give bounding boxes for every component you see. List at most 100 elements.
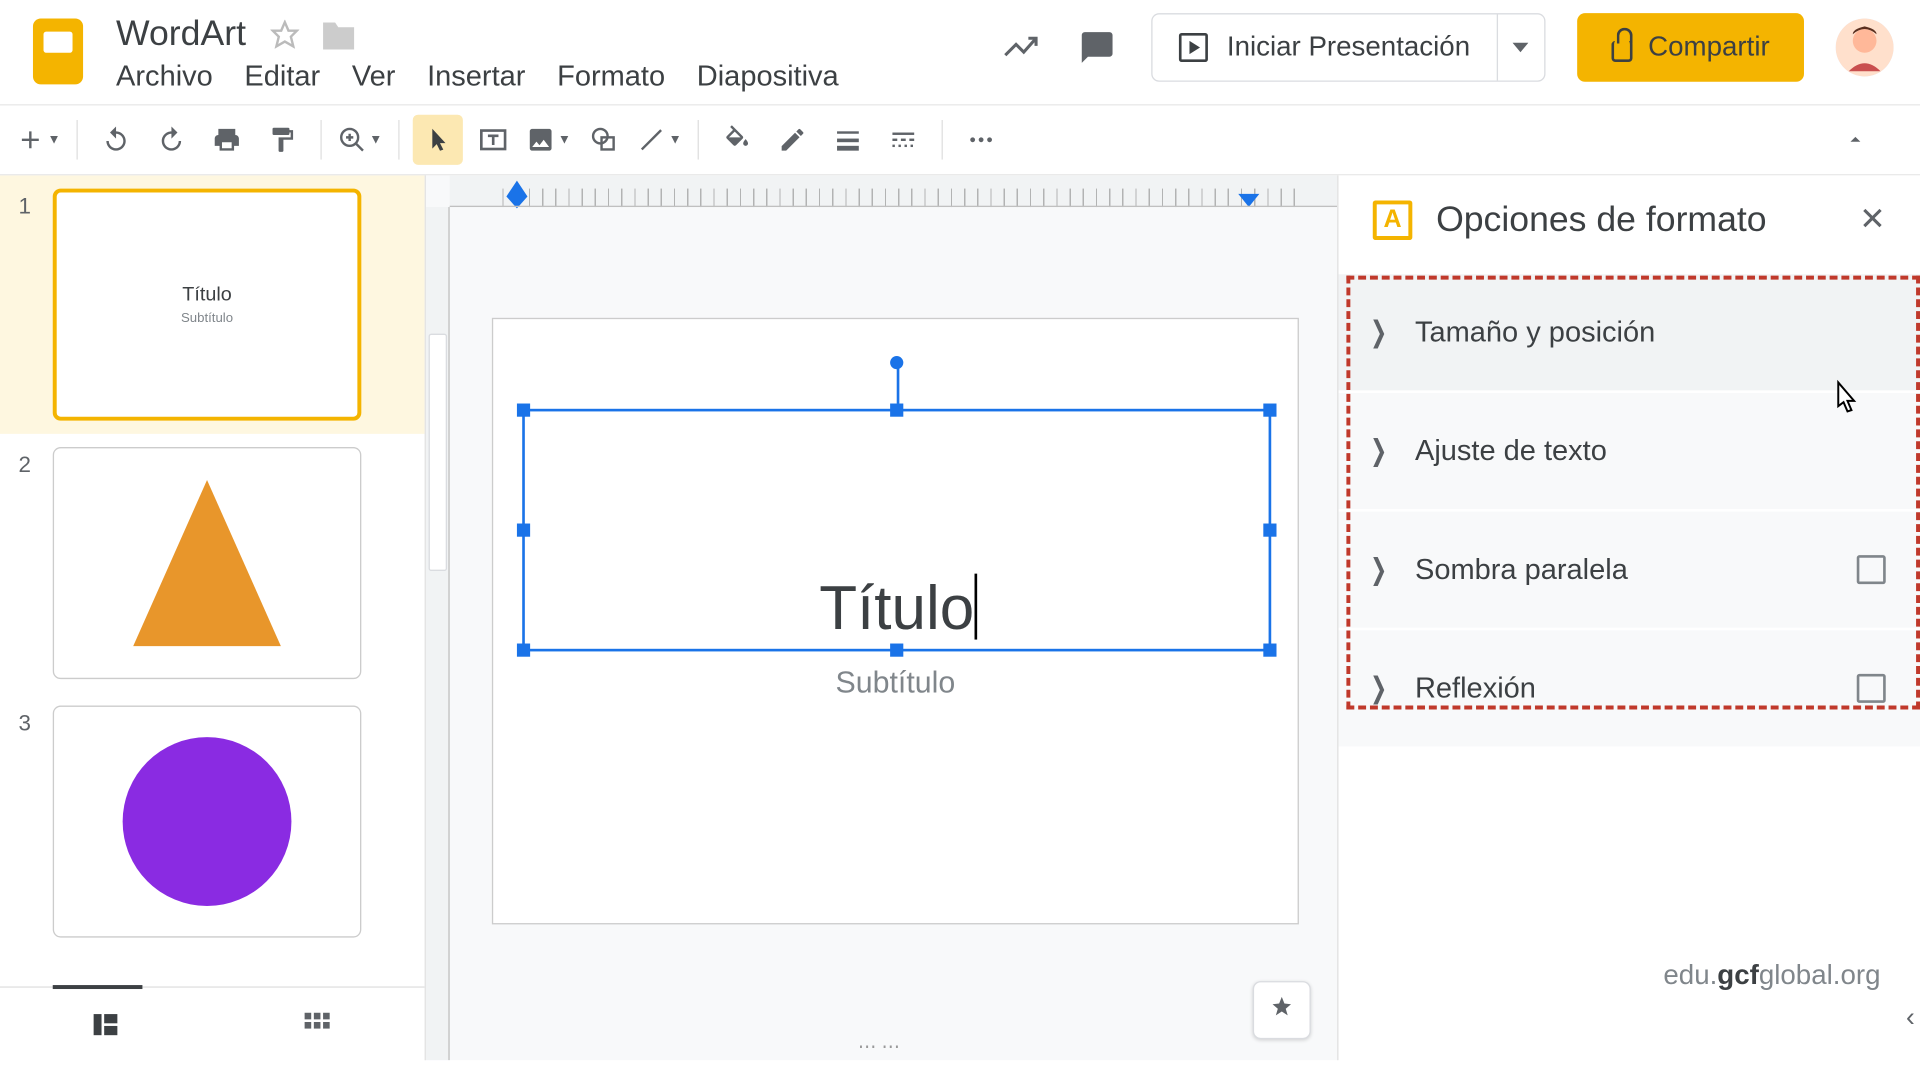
rotation-handle[interactable] xyxy=(890,356,903,369)
rotation-handle-line xyxy=(897,364,900,404)
menu-ver[interactable]: Ver xyxy=(352,59,396,93)
image-tool[interactable]: ▼ xyxy=(524,115,574,165)
slide-thumbnail-1[interactable]: Título Subtítulo xyxy=(53,189,362,421)
play-icon xyxy=(1179,33,1208,62)
format-item-label: Reflexión xyxy=(1415,671,1857,705)
slides-logo xyxy=(26,13,89,89)
slide-thumbnail-3[interactable] xyxy=(53,706,362,938)
slide-thumbnails-panel: 1 Título Subtítulo 2 3 xyxy=(0,175,426,1060)
text-cursor xyxy=(974,574,977,640)
shape-tool[interactable] xyxy=(579,115,629,165)
resize-handle[interactable] xyxy=(1263,644,1276,657)
resize-handle[interactable] xyxy=(1263,524,1276,537)
chevron-right-icon: ❯ xyxy=(1370,434,1407,468)
format-panel-icon: A xyxy=(1373,200,1413,240)
present-button[interactable]: Iniciar Presentación xyxy=(1153,15,1496,81)
circle-shape-icon xyxy=(123,737,292,906)
checkbox[interactable] xyxy=(1857,674,1886,703)
resize-handle[interactable] xyxy=(517,524,530,537)
drag-handle-icon[interactable]: ⋯⋯ xyxy=(858,1035,905,1057)
select-tool[interactable] xyxy=(413,115,463,165)
format-item-size-position[interactable]: ❯ Tamaño y posición xyxy=(1338,274,1920,390)
chevron-right-icon: ❯ xyxy=(1370,315,1407,349)
menu-bar: Archivo Editar Ver Insertar Formato Diap… xyxy=(116,59,839,93)
thumbnail-number: 2 xyxy=(18,447,36,479)
move-folder-icon[interactable] xyxy=(322,18,354,50)
checkbox[interactable] xyxy=(1857,555,1886,584)
format-options-panel: A Opciones de formato ✕ ❯ Tamaño y posic… xyxy=(1337,175,1920,1060)
close-icon[interactable]: ✕ xyxy=(1859,200,1886,238)
more-tools-button[interactable] xyxy=(956,115,1006,165)
border-weight-button[interactable] xyxy=(823,115,873,165)
app-header: WordArt Archivo Editar Ver Insertar Form… xyxy=(0,0,1920,104)
undo-button[interactable] xyxy=(91,115,141,165)
format-item-reflection[interactable]: ❯ Reflexión xyxy=(1338,630,1920,746)
explore-button[interactable] xyxy=(1253,981,1311,1039)
thumbnail-row: 2 xyxy=(18,447,406,679)
format-item-label: Tamaño y posición xyxy=(1415,315,1886,349)
title-text-box[interactable]: Título xyxy=(522,409,1271,652)
chevron-right-icon: ❯ xyxy=(1370,671,1407,705)
menu-diapositiva[interactable]: Diapositiva xyxy=(697,59,839,93)
redo-button[interactable] xyxy=(146,115,196,165)
chevron-right-icon: ❯ xyxy=(1370,553,1407,587)
new-slide-button[interactable]: ▼ xyxy=(13,115,63,165)
format-item-text-fit[interactable]: ❯ Ajuste de texto xyxy=(1338,393,1920,509)
side-panel-toggle[interactable]: ‹ xyxy=(1906,1004,1915,1034)
border-color-button[interactable] xyxy=(767,115,817,165)
format-item-label: Ajuste de texto xyxy=(1415,434,1886,468)
subtitle-placeholder[interactable]: Subtítulo xyxy=(493,665,1297,701)
thumbnail-number: 3 xyxy=(18,706,36,738)
title-text[interactable]: Título xyxy=(819,571,974,644)
thumbnail-row: 3 xyxy=(18,706,406,938)
thumbnails-view-switcher xyxy=(0,986,425,1060)
menu-editar[interactable]: Editar xyxy=(244,59,320,93)
fill-color-button[interactable] xyxy=(712,115,762,165)
resize-handle[interactable] xyxy=(890,644,903,657)
menu-formato[interactable]: Formato xyxy=(557,59,665,93)
border-dash-button[interactable] xyxy=(878,115,928,165)
slide-canvas-area: Título Subtítulo ⋯⋯ xyxy=(426,175,1337,1060)
share-label: Compartir xyxy=(1648,32,1770,64)
resize-handle[interactable] xyxy=(517,404,530,417)
thumb-subtitle: Subtítulo xyxy=(181,311,233,326)
document-title[interactable]: WordArt xyxy=(116,13,246,54)
vertical-outline-strip xyxy=(429,334,447,571)
menu-archivo[interactable]: Archivo xyxy=(116,59,213,93)
triangle-shape-icon xyxy=(133,480,281,646)
indent-marker-left[interactable] xyxy=(506,181,527,197)
format-item-label: Sombra paralela xyxy=(1415,553,1857,587)
grid-view-button[interactable] xyxy=(211,988,422,1061)
slide-thumbnail-2[interactable] xyxy=(53,447,362,679)
thumb-title: Título xyxy=(182,284,231,306)
toolbar: ▼ ▼ ▼ ▼ xyxy=(0,104,1920,175)
present-button-group: Iniciar Presentación xyxy=(1152,13,1546,82)
format-panel-title: Opciones de formato xyxy=(1436,199,1767,240)
present-dropdown[interactable] xyxy=(1496,15,1543,81)
resize-handle[interactable] xyxy=(890,404,903,417)
textbox-tool[interactable] xyxy=(468,115,518,165)
resize-handle[interactable] xyxy=(1263,404,1276,417)
activity-icon[interactable] xyxy=(999,25,1044,70)
thumbnail-row: 1 Título Subtítulo xyxy=(0,175,425,433)
filmstrip-view-button[interactable] xyxy=(0,988,211,1061)
zoom-button[interactable]: ▼ xyxy=(335,115,385,165)
format-item-drop-shadow[interactable]: ❯ Sombra paralela xyxy=(1338,512,1920,628)
account-avatar[interactable] xyxy=(1836,18,1894,76)
line-tool[interactable]: ▼ xyxy=(634,115,684,165)
comments-icon[interactable] xyxy=(1075,25,1120,70)
slide-canvas[interactable]: Título Subtítulo xyxy=(492,318,1299,925)
share-button[interactable]: Compartir xyxy=(1577,13,1804,82)
star-icon[interactable] xyxy=(270,19,299,48)
paint-format-button[interactable] xyxy=(257,115,307,165)
print-button[interactable] xyxy=(202,115,252,165)
resize-handle[interactable] xyxy=(517,644,530,657)
thumbnail-number: 1 xyxy=(18,189,36,221)
collapse-toolbar-button[interactable] xyxy=(1830,115,1880,165)
present-label: Iniciar Presentación xyxy=(1227,32,1470,64)
title-area: WordArt Archivo Editar Ver Insertar Form… xyxy=(116,13,839,93)
menu-insertar[interactable]: Insertar xyxy=(427,59,525,93)
indent-marker-right[interactable] xyxy=(1238,194,1259,207)
horizontal-ruler[interactable] xyxy=(450,175,1337,207)
format-panel-header: A Opciones de formato ✕ xyxy=(1338,175,1920,263)
